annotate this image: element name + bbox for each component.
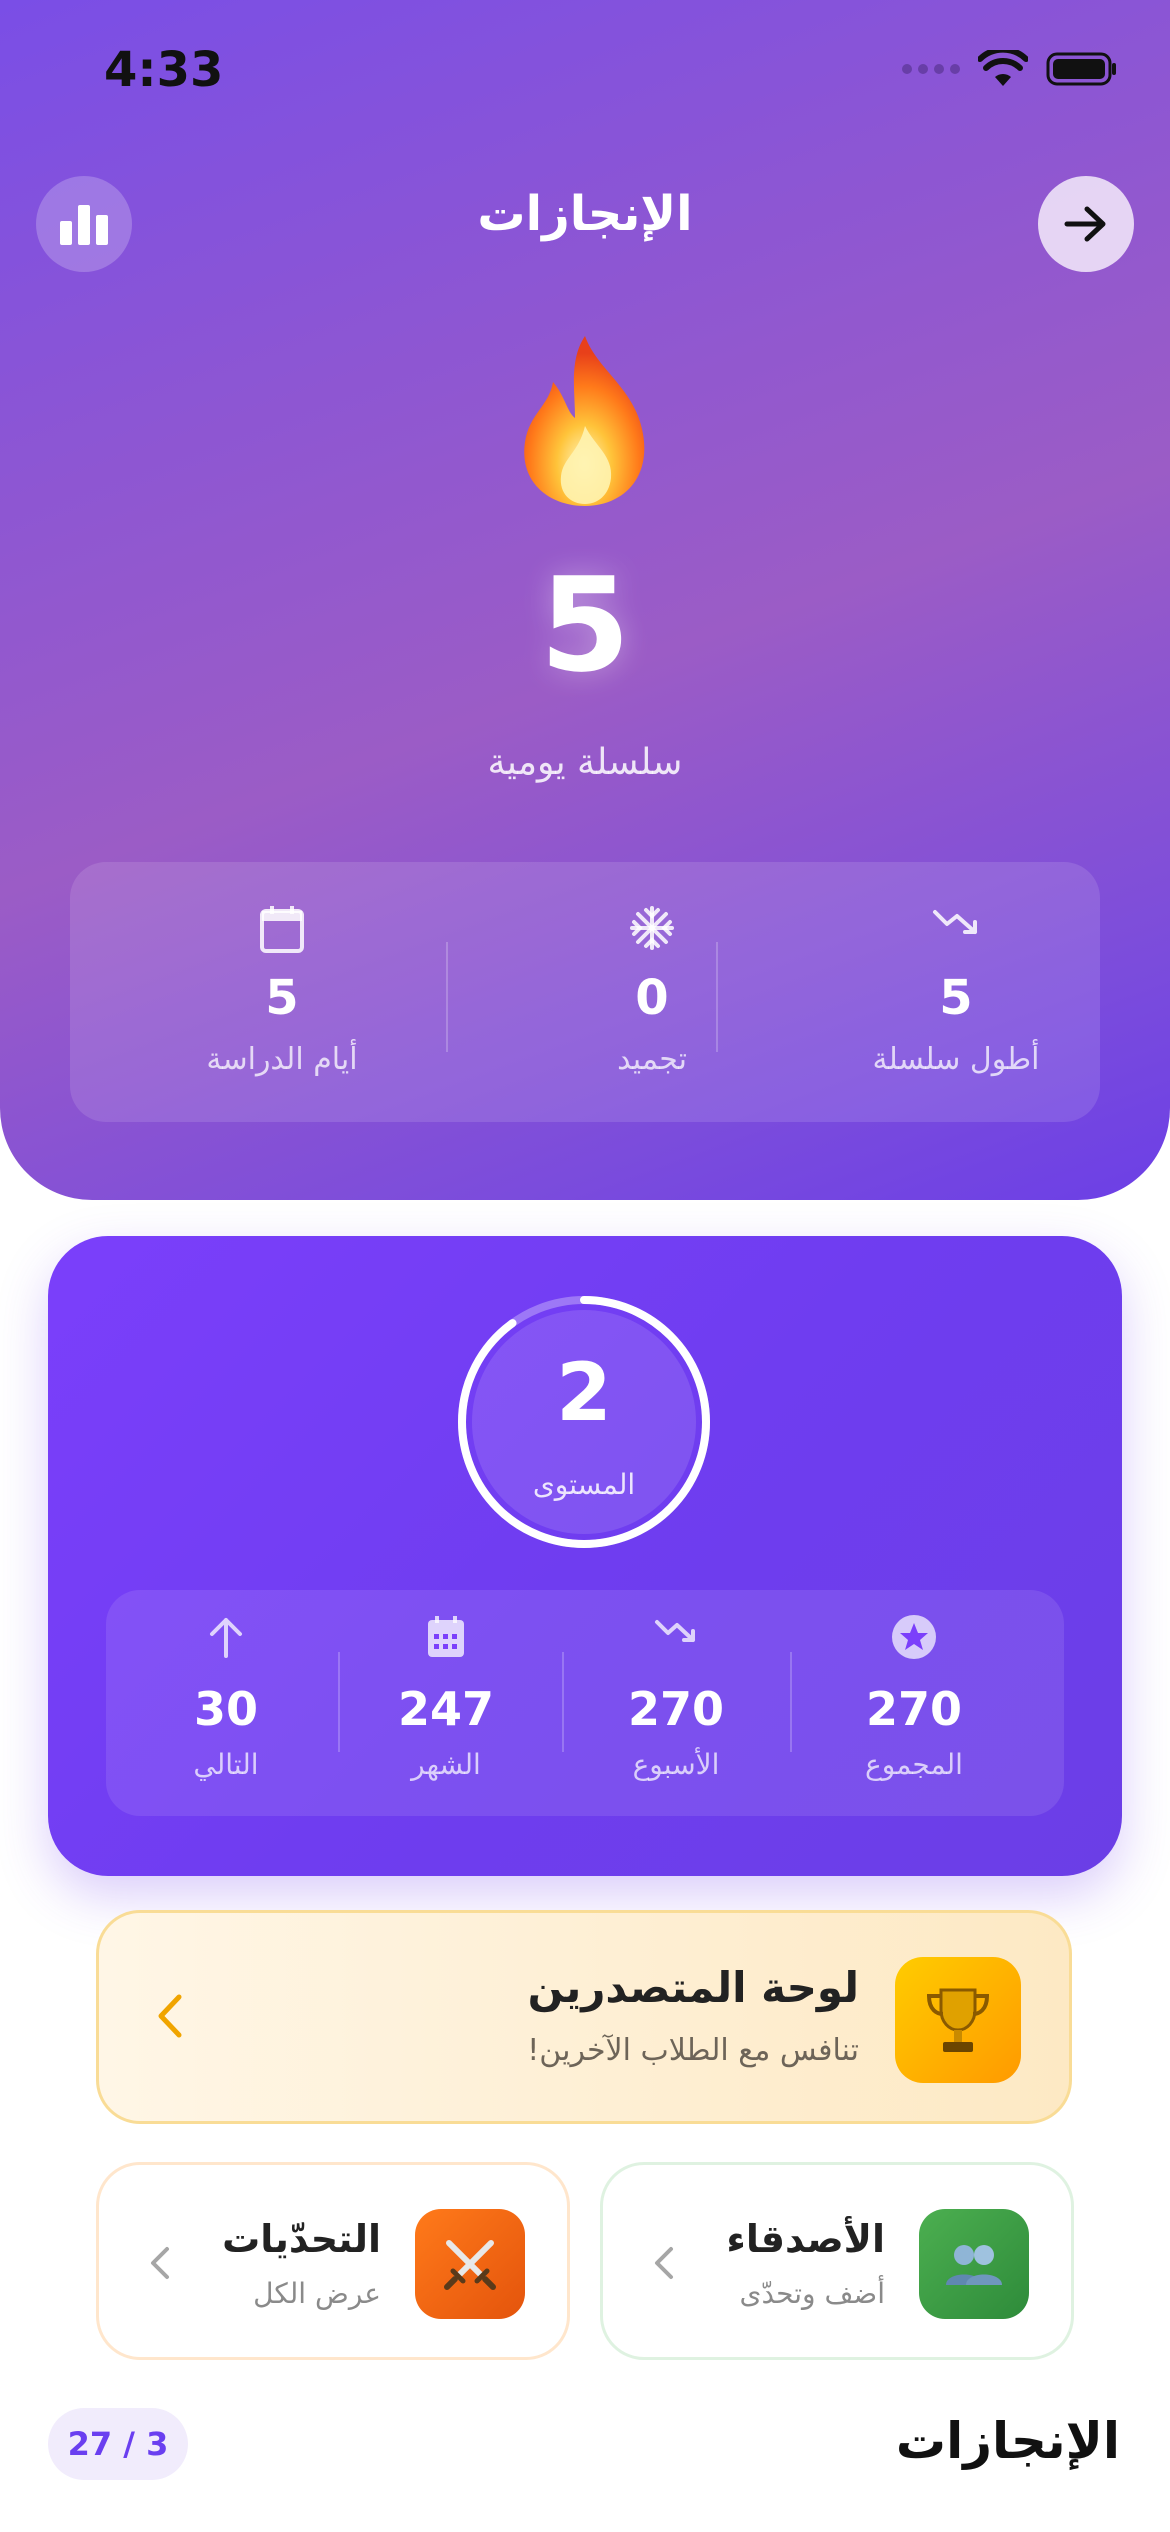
- arrow-right-icon: [1064, 206, 1106, 242]
- stat-value: 270: [627, 1682, 725, 1736]
- star-icon: [892, 1615, 936, 1659]
- stat-divider: [562, 1652, 564, 1752]
- stat-value: 5: [265, 970, 299, 1026]
- streak-label: سلسلة يومية: [487, 742, 683, 783]
- stat-value: 5: [939, 970, 973, 1026]
- level-label: المستوى: [532, 1468, 636, 1501]
- challenges-card[interactable]: التحدّيات عرض الكل: [96, 2162, 570, 2360]
- level-stats-panel: 270 المجموع 270 الأسبوع 247 الشهر 30 الت…: [106, 1590, 1064, 1816]
- challenges-title: التحدّيات: [222, 2217, 381, 2261]
- leaderboard-title: لوحة المتصدرين: [527, 1963, 859, 2012]
- stat-divider: [790, 1652, 792, 1752]
- week-stat: 270 الأسبوع: [566, 1590, 786, 1816]
- stat-label: المجموع: [865, 1748, 963, 1781]
- streak-value: 5: [539, 549, 631, 701]
- friends-icon-tile: [919, 2209, 1029, 2319]
- study-days-stat: 5 أيام الدراسة: [132, 862, 432, 1122]
- trending-icon: [655, 1620, 695, 1642]
- achievements-count-badge: 27 / 3: [48, 2408, 188, 2480]
- snowflake-icon: [630, 906, 674, 950]
- achievements-heading: الإنجازات: [895, 2412, 1120, 2470]
- total-stat: 270 المجموع: [794, 1590, 1034, 1816]
- friends-subtitle: أضف وتحدّى: [739, 2277, 885, 2310]
- challenges-subtitle: عرض الكل: [253, 2277, 381, 2310]
- stat-label: أيام الدراسة: [206, 1042, 358, 1077]
- leaderboard-card[interactable]: لوحة المتصدرين تنافس مع الطلاب الآخرين!: [96, 1910, 1072, 2124]
- trophy-icon-tile: [895, 1957, 1021, 2083]
- status-icons: [902, 50, 1118, 88]
- level-value: 2: [556, 1346, 612, 1439]
- streak-hero: 4:33 الإنجازات 5 سلسلة يومية 5 أطول سلسل…: [0, 0, 1170, 1200]
- wifi-icon: [978, 50, 1028, 86]
- friends-title: الأصدقاء: [726, 2217, 885, 2261]
- trophy-icon: [926, 1988, 990, 2052]
- level-card: 2 المستوى 270 المجموع 270 الأسبوع 247 ال…: [48, 1236, 1122, 1876]
- stat-label: التالي: [193, 1748, 259, 1781]
- signal-icon: [902, 64, 960, 74]
- people-icon: [946, 2245, 1002, 2285]
- stat-divider: [338, 1652, 340, 1752]
- month-stat: 247 الشهر: [346, 1590, 546, 1816]
- status-time: 4:33: [104, 42, 224, 98]
- freeze-stat: 0 تجميد: [502, 862, 802, 1122]
- back-button[interactable]: [1038, 176, 1134, 272]
- stat-value: 30: [193, 1682, 258, 1736]
- trending-icon: [933, 910, 977, 934]
- challenges-icon-tile: [415, 2209, 525, 2319]
- flame-icon: [524, 336, 645, 506]
- stat-value: 247: [397, 1682, 495, 1736]
- crossed-swords-icon: [444, 2240, 496, 2290]
- calendar-icon: [260, 906, 304, 953]
- stat-label: أطول سلسلة: [872, 1042, 1040, 1077]
- stat-value: 0: [635, 970, 669, 1026]
- stat-label: تجميد: [617, 1042, 687, 1077]
- calendar-icon: [428, 1616, 464, 1657]
- chevron-left-icon: [158, 1994, 182, 2038]
- stat-label: الأسبوع: [632, 1748, 720, 1781]
- next-stat: 30 التالي: [136, 1590, 316, 1816]
- chevron-left-icon: [151, 2247, 169, 2279]
- stat-value: 270: [865, 1682, 963, 1736]
- battery-icon: [1046, 52, 1116, 86]
- chevron-left-icon: [655, 2247, 673, 2279]
- longest-streak-stat: 5 أطول سلسلة: [806, 862, 1106, 1122]
- arrow-up-icon: [210, 1618, 242, 1658]
- page-title: الإنجازات: [477, 186, 693, 242]
- leaderboard-subtitle: تنافس مع الطلاب الآخرين!: [527, 2033, 859, 2068]
- stat-divider: [446, 942, 448, 1052]
- streak-stats-panel: 5 أطول سلسلة 0 تجميد 5 أيام الدراسة: [70, 862, 1100, 1122]
- friends-card[interactable]: الأصدقاء أضف وتحدّى: [600, 2162, 1074, 2360]
- stat-label: الشهر: [411, 1748, 481, 1781]
